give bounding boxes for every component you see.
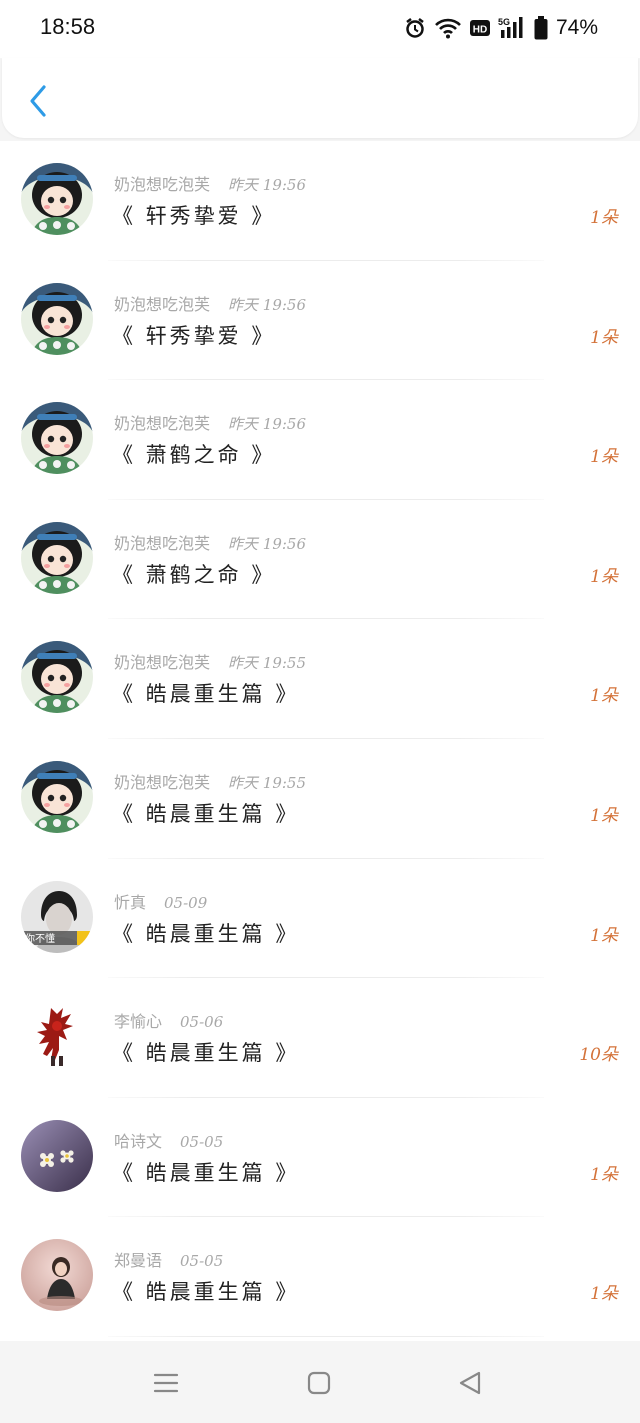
book-title[interactable]: 《 皓晨重生篇 》: [112, 1157, 299, 1187]
list-item[interactable]: 郑曼语 05-05 《 皓晨重生篇 》 1朵: [0, 1217, 640, 1337]
timestamp: 昨天 19:56: [228, 295, 307, 314]
flower-count: 1朵: [590, 566, 618, 587]
flower-count: 10朵: [579, 1045, 618, 1066]
list-item[interactable]: 奶泡想吃泡芙 昨天 19:55 《 皓晨重生篇 》 1朵: [0, 619, 640, 739]
home-button[interactable]: [304, 1370, 334, 1400]
girl-photo-avatar[interactable]: [21, 1239, 93, 1312]
timestamp: 昨天 19:56: [228, 415, 307, 434]
username[interactable]: 忻真: [114, 893, 146, 912]
back-button[interactable]: [18, 78, 58, 128]
avatar-caption: 你不懂: [25, 932, 55, 945]
hd-icon: HD: [469, 19, 490, 37]
flower-count: 1朵: [590, 686, 618, 707]
5g-signal-icon: 5G: [498, 16, 526, 40]
cartoon-girl-avatar[interactable]: [21, 641, 93, 714]
gift-list: 奶泡想吃泡芙 昨天 19:56 《 轩秀挚爱 》 1朵 奶泡想吃泡芙 昨天 19:5…: [0, 141, 640, 1341]
book-title[interactable]: 《 轩秀挚爱 》: [112, 200, 275, 230]
list-item[interactable]: 你不懂 忻真 05-09 《 皓晨重生篇 》 1朵: [0, 859, 640, 979]
username[interactable]: 奶泡想吃泡芙: [114, 653, 210, 672]
svg-text:5G: 5G: [498, 17, 510, 27]
item-meta: 奶泡想吃泡芙 昨天 19:55: [114, 649, 306, 673]
username[interactable]: 奶泡想吃泡芙: [114, 295, 210, 314]
item-meta: 奶泡想吃泡芙 昨天 19:56: [114, 410, 306, 434]
timestamp: 昨天 19:55: [228, 773, 307, 792]
list-item[interactable]: 奶泡想吃泡芙 昨天 19:56 《 轩秀挚爱 》 1朵: [0, 141, 640, 261]
flowers-avatar[interactable]: [21, 1119, 93, 1192]
status-time: 18:58: [40, 14, 96, 39]
username[interactable]: 李愉心: [114, 1012, 162, 1031]
username[interactable]: 郑曼语: [114, 1251, 162, 1270]
book-title[interactable]: 《 萧鹤之命 》: [112, 439, 275, 469]
timestamp: 05-05: [180, 1252, 224, 1271]
alarm-icon: [404, 17, 426, 39]
book-title[interactable]: 《 皓晨重生篇 》: [112, 798, 299, 828]
item-meta: 奶泡想吃泡芙 昨天 19:56: [114, 530, 306, 554]
list-item[interactable]: 奶泡想吃泡芙 昨天 19:56 《 萧鹤之命 》 1朵: [0, 380, 640, 500]
item-meta: 忻真 05-09: [114, 889, 207, 913]
item-meta: 哈诗文 05-05: [114, 1128, 223, 1152]
status-bar: 18:58 HD 5G 74%: [0, 0, 640, 58]
book-title[interactable]: 《 轩秀挚爱 》: [112, 320, 275, 350]
list-item[interactable]: 奶泡想吃泡芙 昨天 19:55 《 皓晨重生篇 》 1朵: [0, 739, 640, 859]
book-title[interactable]: 《 萧鹤之命 》: [112, 559, 275, 589]
flower-count: 1朵: [590, 805, 618, 826]
timestamp: 昨天 19:56: [228, 534, 307, 553]
cartoon-girl-avatar[interactable]: [21, 760, 93, 833]
boy-photo-avatar[interactable]: 你不懂: [21, 880, 93, 953]
list-item[interactable]: 奶泡想吃泡芙 昨天 19:56 《 萧鹤之命 》 1朵: [0, 500, 640, 620]
cartoon-girl-avatar[interactable]: [21, 402, 93, 475]
username[interactable]: 奶泡想吃泡芙: [114, 534, 210, 553]
flower-count: 1朵: [590, 1284, 618, 1305]
timestamp: 昨天 19:55: [228, 654, 307, 673]
timestamp: 05-09: [164, 893, 208, 912]
cartoon-girl-avatar[interactable]: [21, 282, 93, 355]
book-title[interactable]: 《 皓晨重生篇 》: [112, 1037, 299, 1067]
menu-button[interactable]: [151, 1370, 181, 1400]
item-meta: 奶泡想吃泡芙 昨天 19:55: [114, 769, 306, 793]
flower-count: 1朵: [590, 925, 618, 946]
back-triangle-icon: [457, 1370, 483, 1400]
item-meta: 郑曼语 05-05: [114, 1247, 223, 1271]
item-meta: 奶泡想吃泡芙 昨天 19:56: [114, 291, 306, 315]
red-robot-avatar[interactable]: [21, 1000, 93, 1073]
home-icon: [307, 1371, 331, 1399]
system-back-button[interactable]: [455, 1370, 485, 1400]
flower-count: 1朵: [590, 327, 618, 348]
book-title[interactable]: 《 皓晨重生篇 》: [112, 1276, 299, 1306]
header-bar: [2, 58, 638, 138]
cartoon-girl-avatar[interactable]: [21, 163, 93, 235]
item-meta: 李愉心 05-06: [114, 1008, 223, 1032]
username[interactable]: 奶泡想吃泡芙: [114, 175, 210, 194]
timestamp: 昨天 19:56: [228, 176, 307, 194]
system-nav-bar: [0, 1341, 640, 1423]
list-item[interactable]: 奶泡想吃泡芙 昨天 19:56 《 轩秀挚爱 》 1朵: [0, 261, 640, 381]
book-title[interactable]: 《 皓晨重生篇 》: [112, 678, 299, 708]
menu-icon: [153, 1372, 179, 1398]
cartoon-girl-avatar[interactable]: [21, 521, 93, 594]
battery-percent: 74%: [555, 16, 598, 39]
battery-icon: [534, 16, 548, 40]
divider: [108, 1335, 544, 1337]
timestamp: 05-05: [180, 1132, 224, 1151]
flower-count: 1朵: [590, 208, 618, 228]
username[interactable]: 哈诗文: [114, 1132, 162, 1151]
username[interactable]: 奶泡想吃泡芙: [114, 773, 210, 792]
timestamp: 05-06: [180, 1013, 224, 1032]
list-item[interactable]: 哈诗文 05-05 《 皓晨重生篇 》 1朵: [0, 1098, 640, 1218]
chevron-left-icon: [28, 84, 48, 122]
flower-count: 1朵: [590, 1164, 618, 1185]
svg-text:HD: HD: [473, 25, 487, 36]
item-meta: 奶泡想吃泡芙 昨天 19:56: [114, 171, 306, 195]
status-icons: HD 5G 74%: [404, 14, 598, 42]
flower-count: 1朵: [590, 447, 618, 468]
wifi-icon: [434, 17, 462, 39]
username[interactable]: 奶泡想吃泡芙: [114, 414, 210, 433]
book-title[interactable]: 《 皓晨重生篇 》: [112, 918, 299, 948]
list-item[interactable]: 李愉心 05-06 《 皓晨重生篇 》 10朵: [0, 978, 640, 1098]
